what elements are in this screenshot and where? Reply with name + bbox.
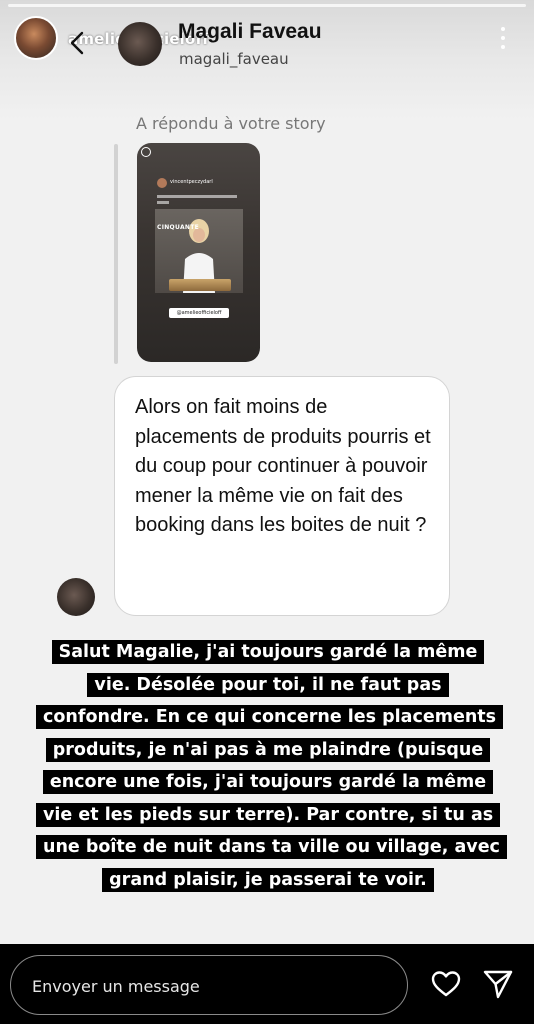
sender-avatar (57, 578, 95, 616)
story-author-avatar[interactable] (14, 16, 58, 60)
message-text: Alors on fait moins de placements de pro… (135, 396, 431, 536)
checkmark-icon (141, 147, 151, 157)
story-reply-text: Salut Magalie, j'ai toujours gardé la mê… (36, 640, 507, 892)
send-icon[interactable] (481, 967, 515, 1001)
conversation-avatar (118, 22, 162, 66)
message-input-placeholder[interactable]: Envoyer un message (32, 977, 200, 996)
story-reply-caption: Salut Magalie, j'ai toujours gardé la mê… (36, 636, 507, 896)
replied-to-story-label: A répondu à votre story (136, 114, 326, 133)
heart-icon[interactable] (430, 968, 462, 1000)
thumbnail-title: CINQUANTE (157, 224, 200, 231)
thumbnail-avatar (157, 178, 167, 188)
more-vertical-icon[interactable] (496, 24, 510, 52)
thumbnail-username: vincentpeczydarl (170, 179, 213, 185)
thumbnail-banner (169, 279, 231, 291)
thumbnail-caption-line (157, 201, 169, 204)
story-thumbnail[interactable]: vincentpeczydarl CINQUANTE @amelieoffici… (137, 143, 260, 362)
chevron-left-icon[interactable] (62, 28, 92, 58)
conversation-name: Magali Faveau (178, 20, 322, 43)
story-canvas: amelieofficieloff Magali Faveau magali_f… (0, 0, 534, 944)
reply-indicator-bar (114, 144, 118, 364)
conversation-handle: magali_faveau (179, 50, 289, 68)
thumbnail-mention-tag: @amelieofficieloff (169, 308, 229, 318)
story-progress-bar (8, 4, 526, 7)
thumbnail-caption-line (157, 195, 237, 198)
